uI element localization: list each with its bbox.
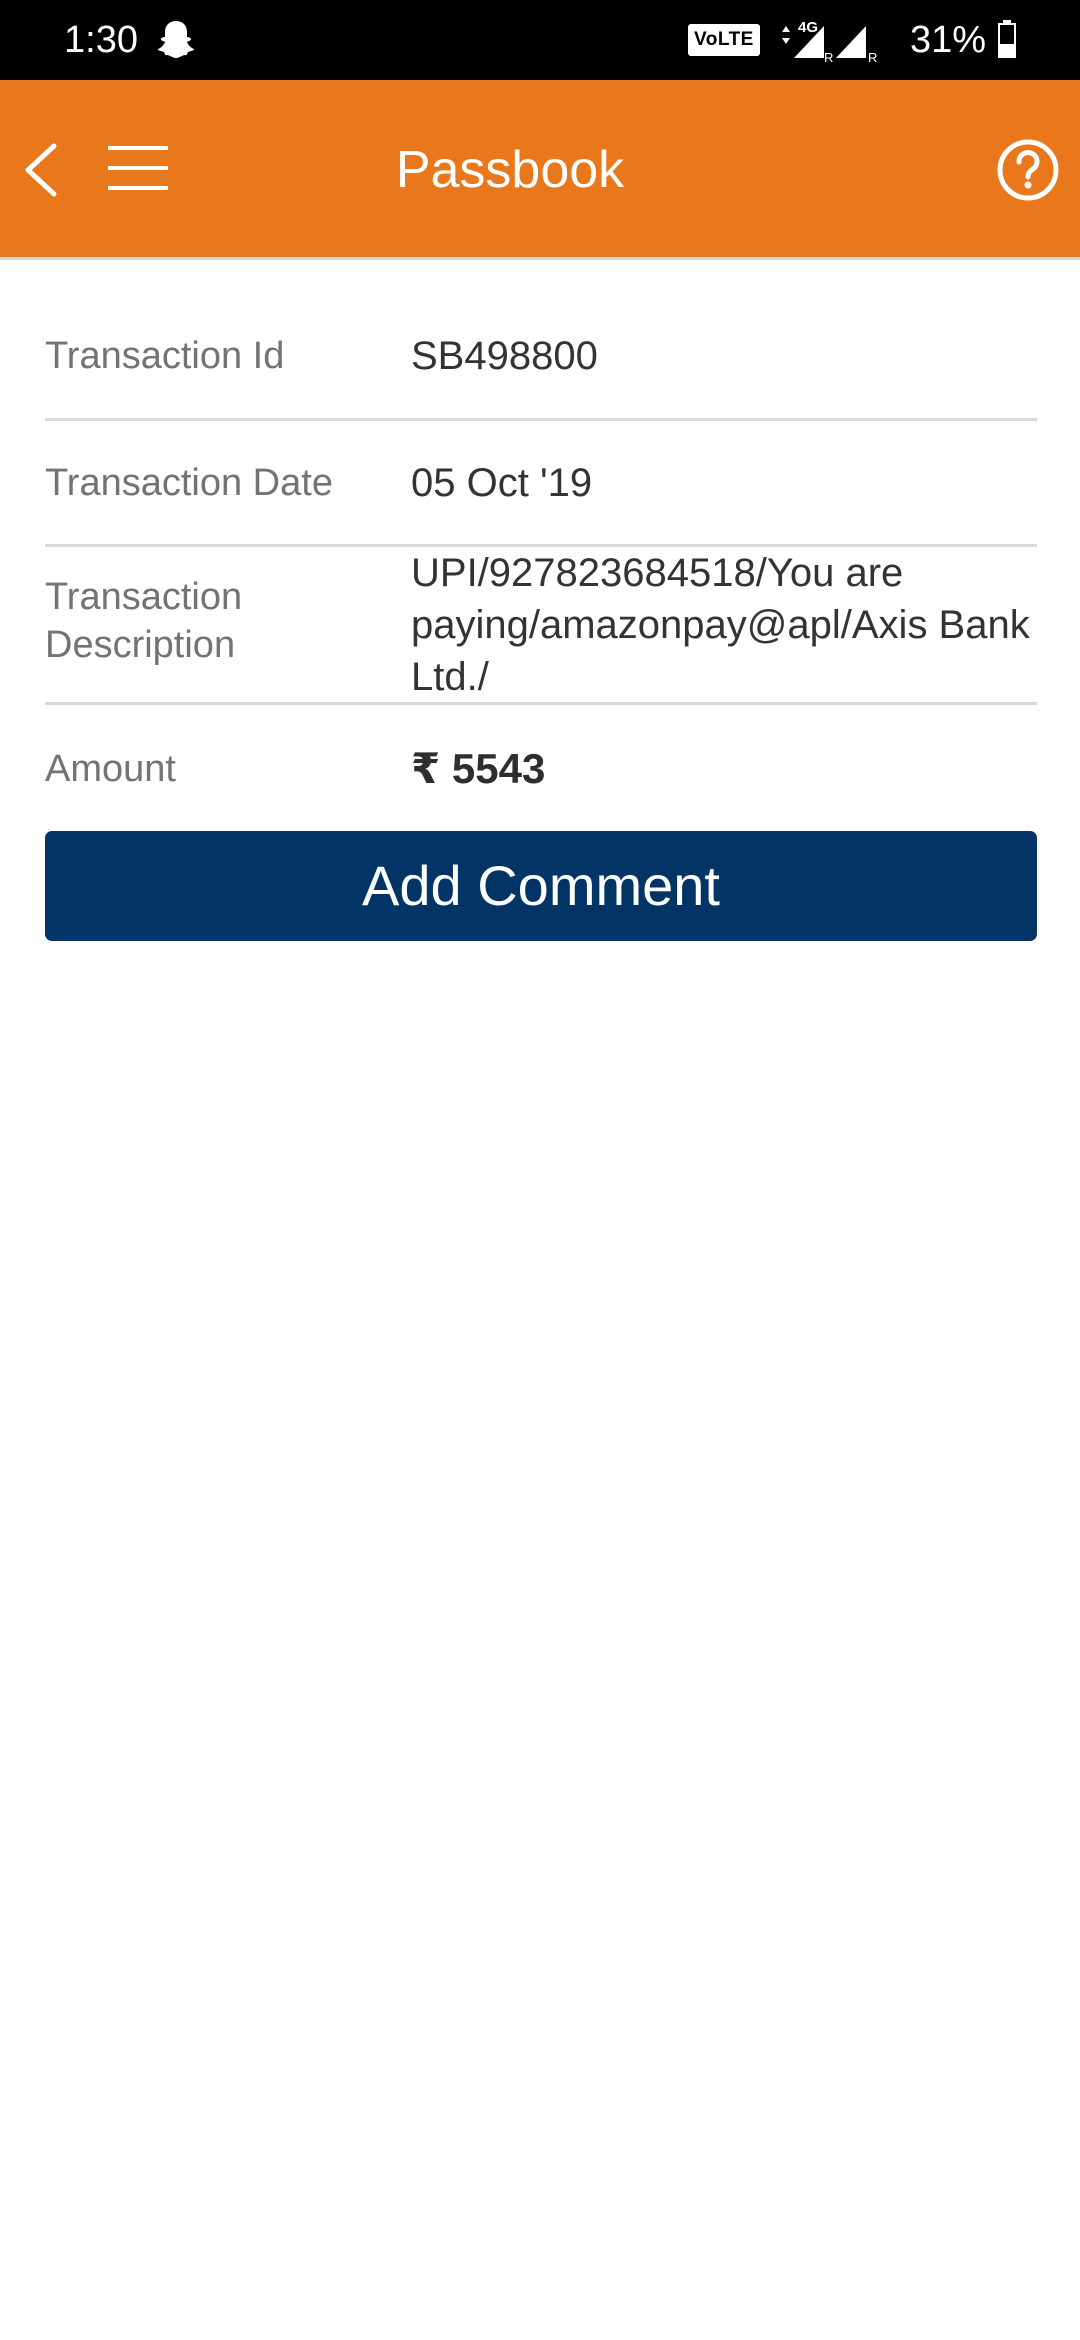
svg-text:R: R (824, 50, 833, 64)
back-icon[interactable] (14, 130, 74, 210)
help-icon[interactable] (996, 138, 1060, 202)
transaction-details: Transaction Id SB498800 Transaction Date… (45, 300, 1037, 831)
transaction-description-value: UPI/927823684518/You are paying/amazonpa… (411, 551, 1030, 699)
signal-icon: 4G R R (782, 19, 877, 64)
snapchat-icon (158, 21, 194, 58)
transaction-date-value: 05 Oct '19 (411, 461, 593, 505)
amount-label: Amount (45, 748, 176, 790)
transaction-description-row: Transaction Description UPI/927823684518… (45, 547, 1037, 705)
transaction-id-row: Transaction Id SB498800 (45, 300, 1037, 421)
add-comment-button[interactable]: Add Comment (45, 831, 1037, 941)
transaction-date-row: Transaction Date 05 Oct '19 (45, 421, 1037, 547)
svg-text:R: R (868, 50, 877, 64)
app-header: Passbook (0, 80, 1080, 260)
transaction-id-label: Transaction Id (45, 335, 285, 377)
battery-percentage: 31% (910, 19, 987, 61)
amount-row: Amount ₹ 5543 (45, 705, 1037, 831)
transaction-description-label: Transaction Description (45, 576, 243, 666)
status-time: 1:30 (64, 19, 138, 61)
transaction-id-value: SB498800 (411, 334, 598, 378)
volte-badge: VoLTE (688, 24, 760, 56)
battery-icon (998, 20, 1016, 58)
hamburger-menu-icon[interactable] (104, 138, 174, 198)
page-title: Passbook (395, 141, 625, 199)
svg-text:4G: 4G (798, 19, 818, 36)
transaction-date-label: Transaction Date (45, 462, 333, 504)
amount-value: ₹ 5543 (411, 745, 546, 792)
status-bar: 1:30 VoLTE 4G R R 31% (0, 0, 1080, 80)
